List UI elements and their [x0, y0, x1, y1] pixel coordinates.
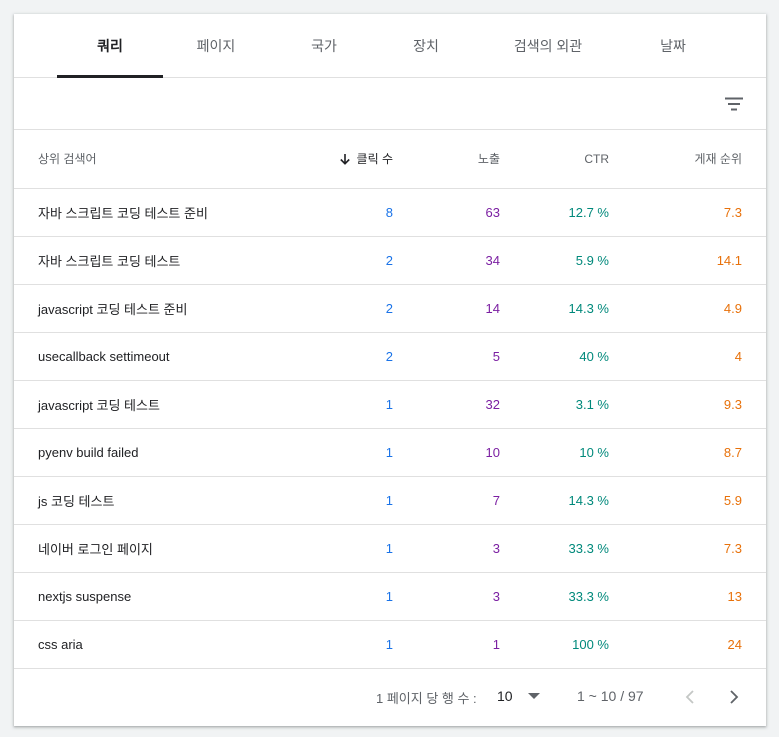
ctr-cell: 14.3 % [500, 284, 609, 333]
position-cell: 4.9 [609, 284, 766, 333]
position-cell: 13 [609, 572, 766, 621]
next-page-button[interactable] [719, 682, 749, 712]
header-position[interactable]: 게재 순위 [609, 130, 766, 189]
tab-bar: 쿼리 페이지 국가 장치 검색의 외관 날짜 [14, 14, 766, 78]
ctr-cell: 33.3 % [500, 524, 609, 573]
header-ctr[interactable]: CTR [500, 130, 609, 189]
query-cell: js 코딩 테스트 [14, 476, 306, 525]
ctr-cell: 5.9 % [500, 236, 609, 285]
performance-card: 쿼리 페이지 국가 장치 검색의 외관 날짜 상위 검색어 클릭 수 노출 CT… [14, 14, 766, 726]
table-row[interactable]: 자바 스크립트 코딩 테스트 준비 8 63 12.7 % 7.3 [14, 188, 766, 237]
tab-pages[interactable]: 페이지 [163, 14, 269, 78]
pagination-range: 1 ~ 10 / 97 [577, 687, 644, 704]
clicks-cell: 1 [306, 620, 393, 669]
clicks-cell: 1 [306, 572, 393, 621]
filter-button[interactable] [718, 88, 750, 120]
chevron-right-icon [730, 689, 739, 704]
query-cell: usecallback settimeout [14, 332, 306, 381]
impressions-cell: 14 [393, 284, 500, 333]
tab-label: 검색의 외관 [513, 38, 583, 54]
clicks-cell: 8 [306, 188, 393, 237]
header-clicks-label: 클릭 수 [356, 152, 393, 166]
queries-table: 상위 검색어 클릭 수 노출 CTR 게재 순위 자바 스크립트 코딩 테스트 … [14, 130, 766, 669]
table-row[interactable]: 네이버 로그인 페이지 1 3 33.3 % 7.3 [14, 524, 766, 573]
tab-label: 날짜 [660, 38, 686, 54]
tab-countries[interactable]: 국가 [269, 14, 379, 78]
clicks-cell: 2 [306, 236, 393, 285]
tab-label: 국가 [311, 38, 337, 54]
impressions-cell: 63 [393, 188, 500, 237]
header-query[interactable]: 상위 검색어 [14, 130, 306, 189]
impressions-cell: 34 [393, 236, 500, 285]
position-cell: 24 [609, 620, 766, 669]
table-row[interactable]: 자바 스크립트 코딩 테스트 2 34 5.9 % 14.1 [14, 236, 766, 285]
impressions-cell: 3 [393, 524, 500, 573]
query-cell: pyenv build failed [14, 428, 306, 477]
rows-per-page-label: 1 페이지 당 행 수 : [376, 690, 477, 706]
impressions-cell: 10 [393, 428, 500, 477]
table-row[interactable]: javascript 코딩 테스트 1 32 3.1 % 9.3 [14, 380, 766, 429]
impressions-cell: 32 [393, 380, 500, 429]
table-row[interactable]: javascript 코딩 테스트 준비 2 14 14.3 % 4.9 [14, 284, 766, 333]
clicks-cell: 1 [306, 524, 393, 573]
ctr-cell: 100 % [500, 620, 609, 669]
query-cell: javascript 코딩 테스트 준비 [14, 284, 306, 333]
pagination-footer: 1 페이지 당 행 수 : 10 1 ~ 10 / 97 [14, 669, 766, 726]
query-cell: nextjs suspense [14, 572, 306, 621]
table-header-row: 상위 검색어 클릭 수 노출 CTR 게재 순위 [14, 130, 766, 189]
tab-dates[interactable]: 날짜 [623, 14, 723, 78]
tab-label: 쿼리 [97, 38, 123, 54]
query-cell: javascript 코딩 테스트 [14, 380, 306, 429]
query-cell: 자바 스크립트 코딩 테스트 준비 [14, 188, 306, 237]
table-row[interactable]: usecallback settimeout 2 5 40 % 4 [14, 332, 766, 381]
chevron-left-icon [685, 689, 694, 704]
ctr-cell: 3.1 % [500, 380, 609, 429]
impressions-cell: 3 [393, 572, 500, 621]
impressions-cell: 5 [393, 332, 500, 381]
ctr-cell: 12.7 % [500, 188, 609, 237]
tab-queries[interactable]: 쿼리 [57, 14, 163, 78]
clicks-cell: 1 [306, 428, 393, 477]
table-row[interactable]: css aria 1 1 100 % 24 [14, 620, 766, 669]
position-cell: 4 [609, 332, 766, 381]
table-row[interactable]: pyenv build failed 1 10 10 % 8.7 [14, 428, 766, 477]
filter-list-icon [725, 97, 743, 111]
clicks-cell: 1 [306, 476, 393, 525]
tab-search-appearance[interactable]: 검색의 외관 [473, 14, 623, 78]
position-cell: 5.9 [609, 476, 766, 525]
position-cell: 7.3 [609, 524, 766, 573]
table-toolbar [14, 78, 766, 130]
position-cell: 7.3 [609, 188, 766, 237]
arrow-down-icon [339, 153, 350, 165]
tab-label: 페이지 [196, 38, 236, 54]
ctr-cell: 40 % [500, 332, 609, 381]
position-cell: 8.7 [609, 428, 766, 477]
table-body: 자바 스크립트 코딩 테스트 준비 8 63 12.7 % 7.3 자바 스크립트 코딩 … [14, 188, 766, 669]
previous-page-button[interactable] [675, 682, 705, 712]
clicks-cell: 1 [306, 380, 393, 429]
header-clicks[interactable]: 클릭 수 [306, 130, 393, 189]
header-impressions[interactable]: 노출 [393, 130, 500, 189]
position-cell: 14.1 [609, 236, 766, 285]
ctr-cell: 14.3 % [500, 476, 609, 525]
table-row[interactable]: nextjs suspense 1 3 33.3 % 13 [14, 572, 766, 621]
ctr-cell: 33.3 % [500, 572, 609, 621]
clicks-cell: 2 [306, 284, 393, 333]
tab-devices[interactable]: 장치 [379, 14, 473, 78]
position-cell: 9.3 [609, 380, 766, 429]
ctr-cell: 10 % [500, 428, 609, 477]
caret-down-icon [528, 692, 540, 699]
rows-per-page-value: 10 [497, 687, 513, 704]
table-row[interactable]: js 코딩 테스트 1 7 14.3 % 5.9 [14, 476, 766, 525]
impressions-cell: 7 [393, 476, 500, 525]
impressions-cell: 1 [393, 620, 500, 669]
tab-label: 장치 [413, 38, 439, 54]
query-cell: 자바 스크립트 코딩 테스트 [14, 236, 306, 285]
clicks-cell: 2 [306, 332, 393, 381]
query-cell: 네이버 로그인 페이지 [14, 524, 306, 573]
query-cell: css aria [14, 620, 306, 669]
